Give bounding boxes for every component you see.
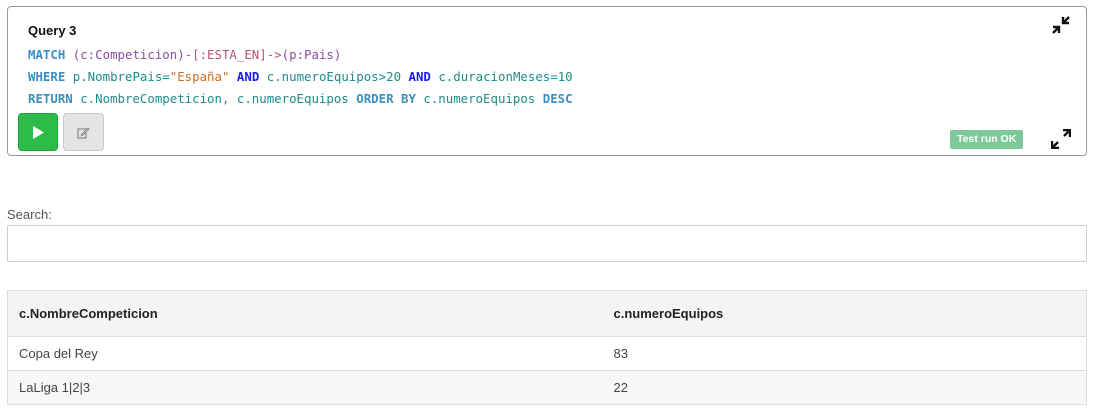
query-code[interactable]: MATCH (c:Competicion)-[:ESTA_EN]->(p:Pai…	[28, 44, 573, 110]
code-token: "España"	[169, 69, 230, 84]
run-button[interactable]	[18, 113, 58, 151]
code-line: MATCH (c:Competicion)-[:ESTA_EN]->(p:Pai…	[28, 44, 573, 66]
code-line: RETURN c.NombreCompeticion, c.numeroEqui…	[28, 88, 573, 110]
column-header[interactable]: c.numeroEquipos	[602, 290, 1087, 337]
code-token: DESC	[542, 91, 573, 106]
search-input[interactable]	[7, 225, 1087, 262]
code-token: AND	[229, 69, 267, 84]
code-line: WHERE p.NombrePais="España" AND c.numero…	[28, 66, 573, 88]
table-cell: 83	[602, 336, 1087, 371]
code-token: MATCH	[28, 47, 73, 62]
table-row: Copa del Rey 83	[7, 336, 1087, 371]
code-token: c.numeroEquipos>20	[266, 69, 402, 84]
code-token: c.numeroEquipos	[423, 91, 543, 106]
query-card: Query 3 MATCH (c:Competicion)-[:ESTA_EN]…	[7, 6, 1087, 156]
query-title: Query 3	[28, 23, 77, 38]
play-icon	[33, 125, 44, 139]
table-cell: LaLiga 1|2|3	[7, 370, 603, 405]
results-table: c.NombreCompeticion c.numeroEquipos Copa…	[7, 290, 1087, 405]
pencil-icon	[77, 126, 90, 139]
table-cell: 22	[602, 370, 1087, 405]
column-header[interactable]: c.NombreCompeticion	[7, 290, 603, 337]
code-token: (c:Competicion)	[72, 47, 185, 62]
code-token: c.NombreCompeticion, c.numeroEquipos	[80, 91, 357, 106]
code-token: p.NombrePais=	[72, 69, 170, 84]
code-token: c.duracionMeses=10	[438, 69, 573, 84]
table-header-row: c.NombreCompeticion c.numeroEquipos	[7, 290, 1087, 337]
search-label: Search:	[7, 207, 52, 222]
table-row: LaLiga 1|2|3 22	[7, 370, 1087, 405]
edit-button[interactable]	[63, 113, 104, 151]
table-cell: Copa del Rey	[7, 336, 603, 371]
code-token: RETURN	[28, 91, 81, 106]
code-token: AND	[401, 69, 439, 84]
code-token: WHERE	[28, 69, 73, 84]
collapse-arrows-icon[interactable]	[1051, 15, 1071, 35]
code-token: ORDER BY	[356, 91, 424, 106]
code-token: (p:Pais)	[281, 47, 342, 62]
expand-arrows-icon[interactable]	[1051, 129, 1071, 149]
status-badge: Test run OK	[950, 130, 1024, 149]
code-token: -[:ESTA_EN]->	[184, 47, 282, 62]
